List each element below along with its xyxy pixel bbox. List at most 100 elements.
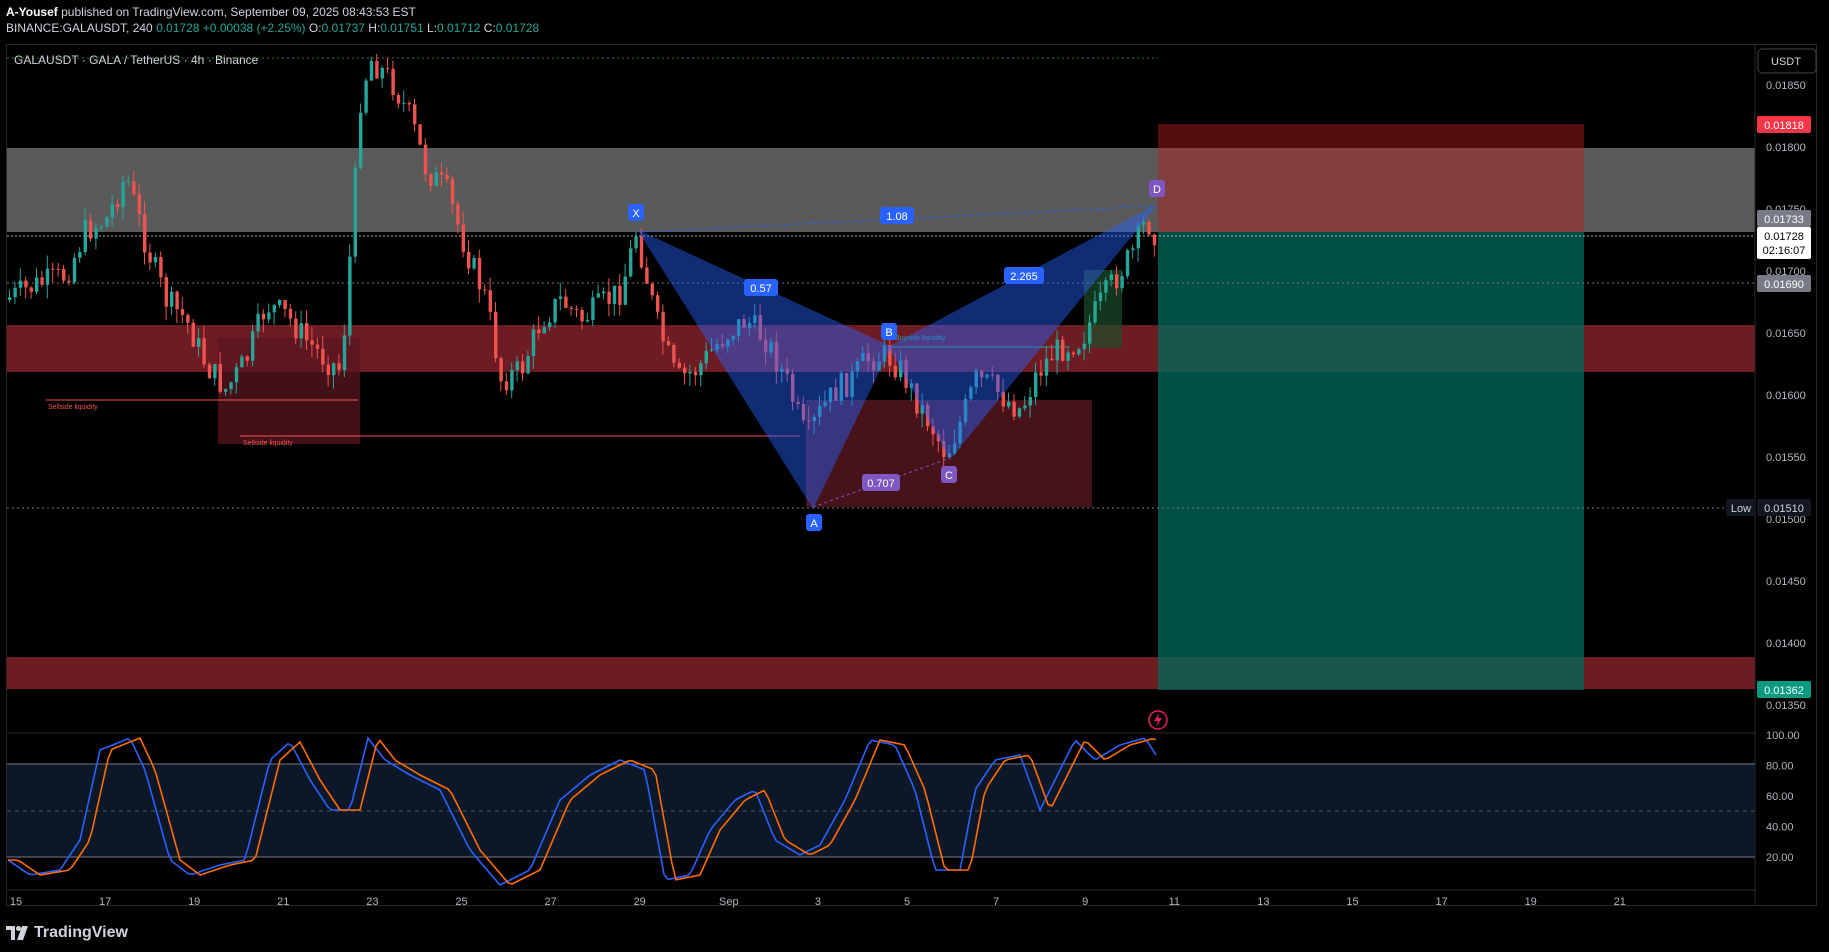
candle-up bbox=[240, 356, 244, 368]
candle-up bbox=[153, 256, 158, 263]
candle-up bbox=[596, 293, 600, 298]
point-c-label[interactable]: C bbox=[941, 466, 957, 483]
svg-text:Low: Low bbox=[1731, 503, 1751, 515]
candle-up bbox=[1088, 322, 1092, 344]
tradingview-brand[interactable]: TradingView bbox=[6, 924, 128, 942]
point-d-label[interactable]: D bbox=[1149, 180, 1165, 197]
candle-down bbox=[580, 310, 584, 322]
time-tick: Sep bbox=[719, 896, 739, 908]
candle-up bbox=[1044, 358, 1049, 376]
candle-up bbox=[45, 268, 50, 285]
candle-down bbox=[418, 124, 422, 145]
candle-up bbox=[170, 291, 174, 307]
candle-up bbox=[35, 277, 39, 292]
candle-down bbox=[51, 268, 55, 270]
candle-down bbox=[164, 277, 168, 307]
take-profit-area[interactable] bbox=[1158, 232, 1584, 690]
price-tick: 0.01450 bbox=[1766, 576, 1806, 588]
candle-up bbox=[105, 217, 109, 227]
candle-down bbox=[56, 268, 60, 270]
sellside-label-1: Sellside liquidity bbox=[48, 404, 98, 411]
level-price-tag[interactable]: 0.01690 bbox=[1757, 275, 1811, 292]
candle-down bbox=[283, 300, 287, 309]
candle-up bbox=[1077, 349, 1081, 355]
last-price-tag[interactable]: 0.01728 02:16:07 bbox=[1757, 227, 1811, 259]
price-chart[interactable]: Sellside liquidity Sellside liquidity Bu… bbox=[0, 0, 1829, 952]
candle-down bbox=[656, 295, 660, 312]
ratio-xd-label[interactable]: 1.08 bbox=[880, 207, 914, 224]
candle-down bbox=[494, 311, 498, 359]
candle-up bbox=[558, 296, 563, 300]
price-tick: 0.01850 bbox=[1766, 80, 1806, 92]
candle-up bbox=[434, 172, 438, 186]
candle-down bbox=[693, 371, 698, 376]
candle-down bbox=[137, 194, 141, 215]
candle-up bbox=[1125, 250, 1130, 277]
ratio-ac-label[interactable]: 0.707 bbox=[862, 474, 900, 491]
candle-down bbox=[607, 291, 611, 304]
candle-down bbox=[499, 358, 503, 382]
candle-down bbox=[67, 280, 71, 283]
candle-down bbox=[569, 307, 573, 309]
ratio-bd-label[interactable]: 2.265 bbox=[1004, 267, 1044, 284]
entry-price-tag[interactable]: 0.01733 bbox=[1757, 210, 1811, 227]
stoch-tick: 100.00 bbox=[1766, 730, 1800, 742]
candle-down bbox=[305, 323, 309, 341]
candle-up bbox=[591, 297, 595, 320]
candle-down bbox=[62, 268, 66, 281]
candle-up bbox=[332, 363, 336, 376]
stop-loss-area[interactable] bbox=[1158, 124, 1584, 232]
candle-up bbox=[380, 67, 384, 79]
time-tick: 17 bbox=[99, 896, 111, 908]
candle-up bbox=[1028, 397, 1032, 406]
candle-up bbox=[1093, 301, 1097, 323]
candle-down bbox=[326, 364, 330, 376]
candle-up bbox=[272, 305, 276, 313]
time-axis: 15 17 19 21 23 25 27 29 Sep 3 5 7 9 11 13 15 17 19 21 bbox=[10, 896, 1626, 908]
svg-text:0.57: 0.57 bbox=[750, 283, 771, 295]
point-b-label[interactable]: B bbox=[881, 323, 897, 340]
candle-down bbox=[645, 267, 649, 284]
candle-up bbox=[78, 252, 82, 258]
point-x-label[interactable]: X bbox=[628, 204, 644, 221]
candle-up bbox=[251, 331, 255, 361]
candle-up bbox=[229, 382, 233, 390]
candle-up bbox=[402, 102, 406, 104]
candle-down bbox=[40, 277, 44, 285]
lightning-icon[interactable] bbox=[1148, 710, 1168, 730]
candle-down bbox=[1061, 339, 1065, 361]
candle-up bbox=[267, 312, 271, 320]
time-tick: 25 bbox=[455, 896, 467, 908]
candle-up bbox=[110, 204, 114, 218]
candle-up bbox=[634, 236, 638, 249]
svg-text:C: C bbox=[945, 470, 953, 482]
candle-up bbox=[612, 285, 617, 304]
candle-up bbox=[602, 291, 606, 294]
currency-button[interactable]: USDT bbox=[1757, 48, 1817, 74]
candle-down bbox=[893, 365, 897, 378]
time-tick: 13 bbox=[1257, 896, 1269, 908]
ratio-xb-label[interactable]: 0.57 bbox=[744, 279, 778, 296]
candle-down bbox=[261, 313, 266, 320]
candle-up bbox=[531, 329, 536, 357]
low-price-tag[interactable]: Low 0.01510 bbox=[1726, 499, 1811, 516]
candle-up bbox=[348, 256, 352, 336]
candle-down bbox=[1039, 372, 1043, 376]
demand-box bbox=[218, 338, 360, 444]
candle-down bbox=[477, 257, 482, 290]
candle-up bbox=[1120, 276, 1124, 289]
stop-price-tag[interactable]: 0.01818 bbox=[1757, 116, 1811, 133]
candle-down bbox=[116, 204, 120, 208]
candle-down bbox=[315, 344, 320, 349]
candle-up bbox=[542, 327, 546, 334]
time-tick: 3 bbox=[815, 896, 821, 908]
candle-down bbox=[207, 364, 212, 379]
candle-down bbox=[1115, 274, 1119, 289]
candle-up bbox=[224, 389, 228, 392]
target-price-tag[interactable]: 0.01362 bbox=[1757, 681, 1811, 698]
candle-down bbox=[661, 311, 665, 342]
svg-text:B: B bbox=[885, 327, 892, 339]
price-tick: 0.01400 bbox=[1766, 638, 1806, 650]
candle-up bbox=[1082, 343, 1086, 350]
point-a-label[interactable]: A bbox=[806, 514, 822, 531]
